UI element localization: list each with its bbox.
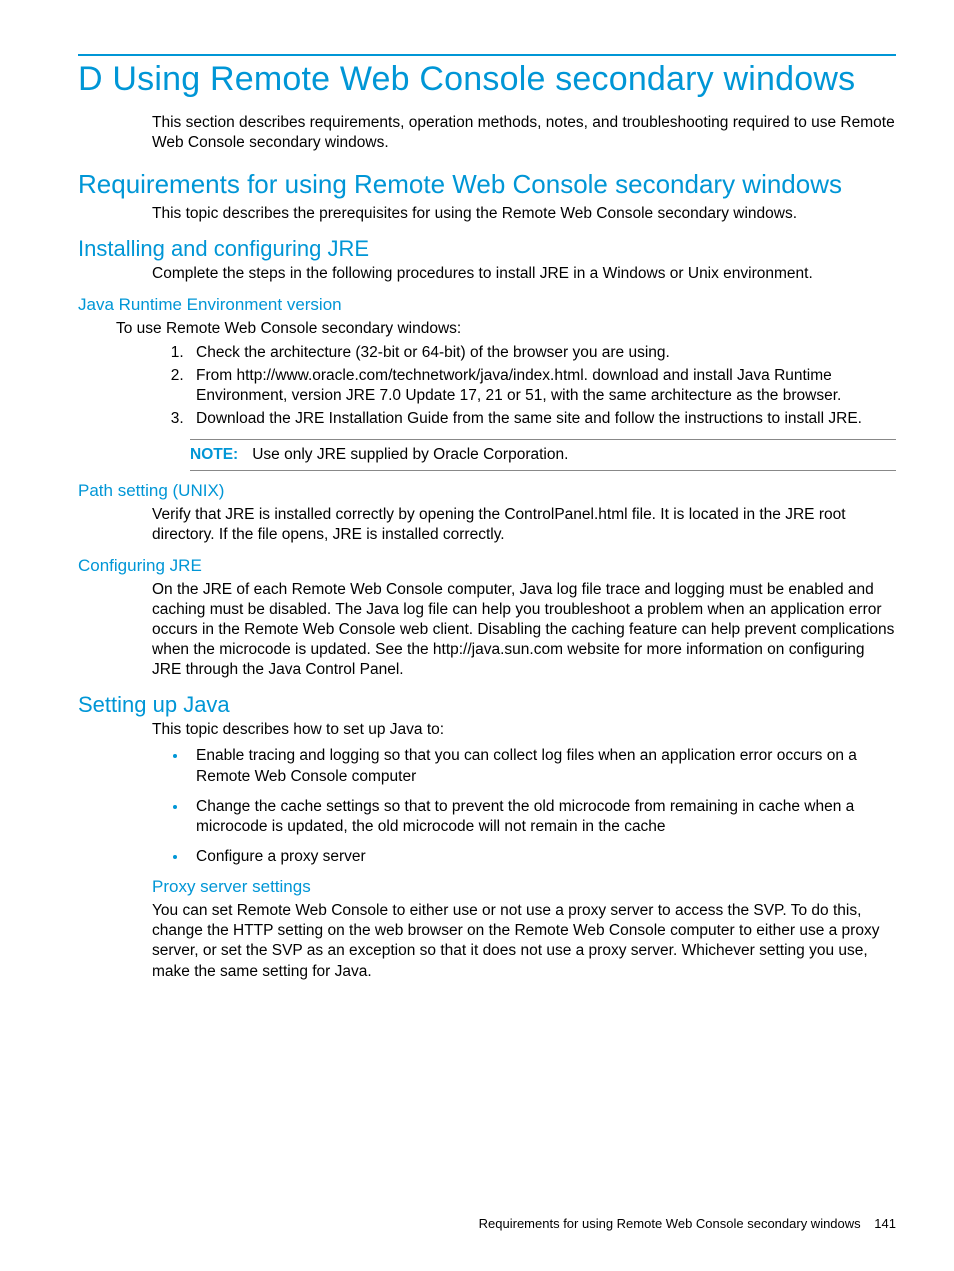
subsection-setting-up-java-heading: Setting up Java bbox=[78, 692, 896, 718]
list-item: Download the JRE Installation Guide from… bbox=[188, 409, 896, 429]
java-bullet-list: Enable tracing and logging so that you c… bbox=[152, 746, 896, 867]
intro-paragraph: This section describes requirements, ope… bbox=[152, 113, 896, 153]
subsection-install-jre-heading: Installing and configuring JRE bbox=[78, 236, 896, 262]
subsubsection-configuring-jre-heading: Configuring JRE bbox=[78, 556, 896, 576]
note-label: NOTE: bbox=[190, 446, 238, 463]
footer-section-title: Requirements for using Remote Web Consol… bbox=[479, 1216, 861, 1231]
proxy-text: You can set Remote Web Console to either… bbox=[152, 901, 896, 982]
top-rule bbox=[78, 54, 896, 56]
document-page: D Using Remote Web Console secondary win… bbox=[0, 0, 954, 1271]
subsubsection-proxy-heading: Proxy server settings bbox=[152, 877, 896, 897]
list-item: Enable tracing and logging so that you c… bbox=[188, 746, 896, 786]
page-title: D Using Remote Web Console secondary win… bbox=[78, 60, 896, 99]
java-intro: This topic describes how to set up Java … bbox=[152, 720, 896, 740]
subsubsection-path-heading: Path setting (UNIX) bbox=[78, 481, 896, 501]
footer-page-number: 141 bbox=[874, 1216, 896, 1231]
note-text: Use only JRE supplied by Oracle Corporat… bbox=[252, 446, 568, 463]
jre-version-intro: To use Remote Web Console secondary wind… bbox=[116, 319, 896, 339]
list-item: From http://www.oracle.com/technetwork/j… bbox=[188, 366, 896, 406]
page-footer: Requirements for using Remote Web Consol… bbox=[479, 1216, 896, 1231]
install-jre-intro: Complete the steps in the following proc… bbox=[152, 264, 896, 284]
requirements-intro: This topic describes the prerequisites f… bbox=[152, 204, 896, 224]
note-block: NOTE: Use only JRE supplied by Oracle Cor… bbox=[190, 439, 896, 471]
list-item: Check the architecture (32-bit or 64-bit… bbox=[188, 343, 896, 363]
section-requirements-heading: Requirements for using Remote Web Consol… bbox=[78, 169, 896, 200]
configuring-jre-text: On the JRE of each Remote Web Console co… bbox=[152, 580, 896, 681]
list-item: Configure a proxy server bbox=[188, 847, 896, 867]
path-text: Verify that JRE is installed correctly b… bbox=[152, 505, 896, 545]
subsubsection-jre-version-heading: Java Runtime Environment version bbox=[78, 295, 896, 315]
list-item: Change the cache settings so that to pre… bbox=[188, 797, 896, 837]
jre-steps-list: Check the architecture (32-bit or 64-bit… bbox=[152, 343, 896, 430]
